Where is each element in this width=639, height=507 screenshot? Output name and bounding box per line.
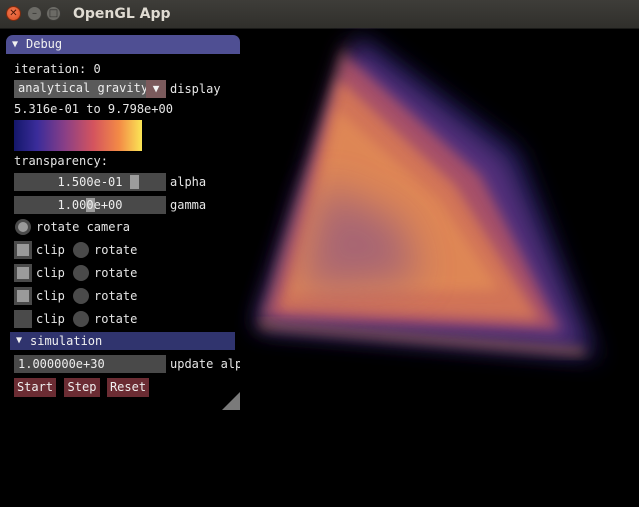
gamma-slider[interactable]: 1.000e+00	[14, 196, 166, 214]
transparency-label: transparency:	[14, 154, 108, 168]
close-window-button[interactable]: ✕	[6, 6, 21, 21]
display-combo[interactable]: analytical gravity ▼	[14, 80, 166, 98]
alpha-slider[interactable]: 1.500e-01	[14, 173, 166, 191]
colormap-bar	[14, 120, 142, 151]
start-button[interactable]: Start	[14, 378, 56, 397]
debug-panel: ▼ Debug iteration: 0 analytical gravity …	[6, 35, 240, 410]
range-text: 5.316e-01 to 9.798e+00	[14, 102, 173, 116]
display-label: display	[170, 82, 221, 96]
simulation-header[interactable]: ▼ simulation	[10, 332, 235, 350]
rotate-radio-2[interactable]	[73, 265, 89, 281]
collapse-arrow-icon: ▼	[12, 39, 19, 50]
window-title: OpenGL App	[73, 6, 171, 22]
update-alpha-value: 1.000000e+30	[18, 357, 105, 371]
rotate-label-1: rotate	[94, 243, 138, 257]
alpha-value: 1.500e-01	[57, 175, 123, 189]
resize-grip-icon[interactable]	[222, 392, 240, 410]
simulation-header-label: simulation	[30, 334, 103, 348]
clip-checkbox-4[interactable]	[14, 310, 32, 328]
alpha-label: alpha	[170, 175, 207, 189]
update-alpha-label: update alp	[170, 357, 240, 371]
reset-button[interactable]: Reset	[107, 378, 149, 397]
clip-label-2: clip	[36, 266, 65, 280]
maximize-window-button[interactable]: □	[46, 6, 61, 21]
rotate-radio-1[interactable]	[73, 242, 89, 258]
title-bar: ✕ – □ OpenGL App	[0, 0, 639, 29]
step-button[interactable]: Step	[64, 378, 100, 397]
debug-header[interactable]: ▼ Debug	[6, 35, 240, 54]
clip-checkbox-3[interactable]	[14, 287, 32, 305]
volume-render	[253, 33, 600, 360]
clip-label-1: clip	[36, 243, 65, 257]
minimize-icon: –	[32, 7, 37, 19]
update-alpha-label-wrap: update alp	[170, 357, 240, 373]
update-alpha-input[interactable]: 1.000000e+30	[14, 355, 166, 373]
rotate-camera-radio[interactable]	[15, 219, 31, 235]
maximize-icon: □	[48, 7, 59, 19]
iteration-text: iteration: 0	[14, 62, 101, 76]
rotate-radio-4[interactable]	[73, 311, 89, 327]
dropdown-arrow-icon[interactable]: ▼	[146, 80, 166, 98]
clip-label-3: clip	[36, 289, 65, 303]
clip-label-4: clip	[36, 312, 65, 326]
rotate-camera-label: rotate camera	[36, 220, 130, 234]
rotate-label-3: rotate	[94, 289, 138, 303]
rotate-label-4: rotate	[94, 312, 138, 326]
close-icon: ✕	[9, 7, 18, 19]
minimize-window-button[interactable]: –	[27, 6, 42, 21]
alpha-slider-grab[interactable]	[130, 175, 139, 189]
clip-checkbox-2[interactable]	[14, 264, 32, 282]
rotate-radio-3[interactable]	[73, 288, 89, 304]
gamma-label: gamma	[170, 198, 207, 212]
rotate-label-2: rotate	[94, 266, 138, 280]
debug-header-label: Debug	[26, 37, 63, 51]
gamma-value: 1.000e+00	[57, 198, 123, 212]
display-combo-value: analytical gravity	[18, 81, 149, 95]
clip-checkbox-1[interactable]	[14, 241, 32, 259]
collapse-arrow-icon: ▼	[16, 335, 23, 346]
